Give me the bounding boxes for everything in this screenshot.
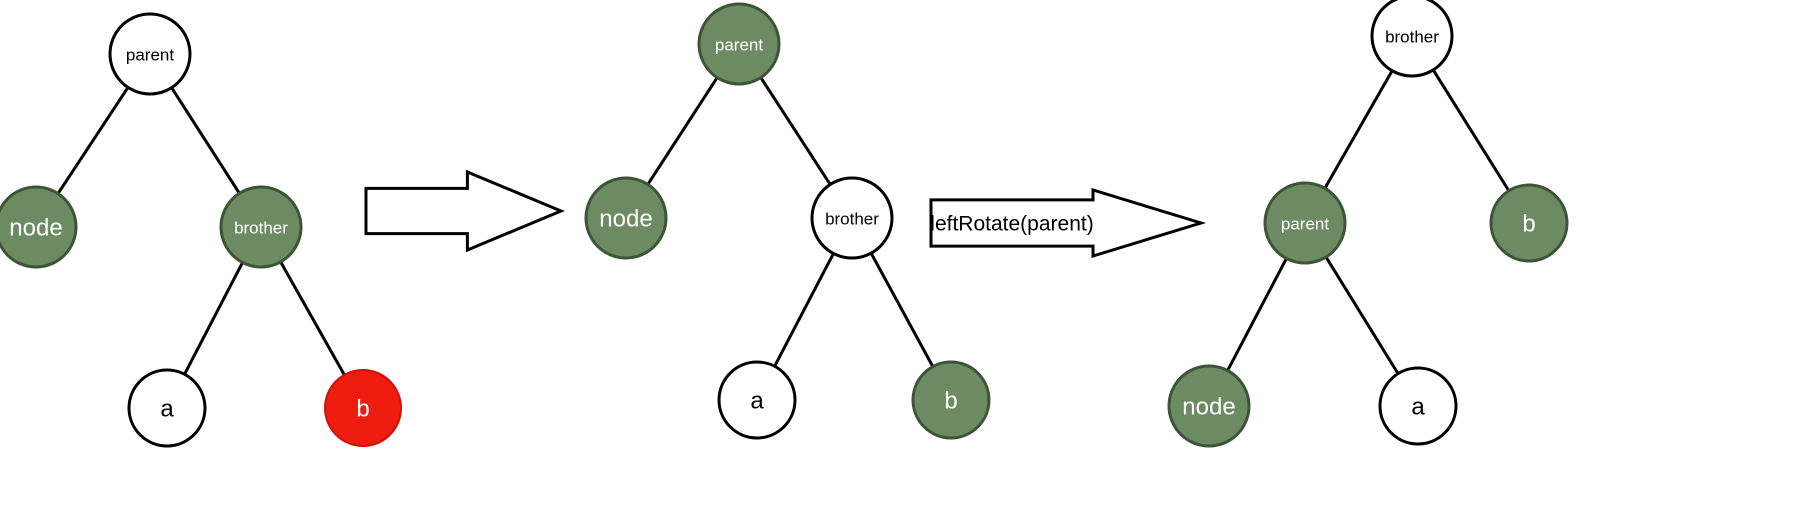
node-label: parent [1281, 215, 1329, 234]
tree-edge [758, 75, 833, 187]
tree-node-brother[interactable]: brother [810, 176, 894, 260]
tree-node-node[interactable]: node [1167, 364, 1251, 448]
diagram-svg: leftRotate(parent) parentnode brothera bpa… [0, 0, 1569, 448]
tree-node-parent[interactable]: parent [1263, 181, 1347, 265]
tree-edge [772, 251, 836, 368]
node-label: a [160, 396, 174, 423]
tree-node-brother[interactable]: brother [1370, 0, 1454, 78]
tree-node-node[interactable]: node [584, 176, 668, 260]
tree-node-a[interactable]: a [1378, 366, 1458, 446]
tree-edge [1225, 256, 1289, 373]
node-label: node [1182, 394, 1235, 421]
transform-arrow [364, 169, 565, 253]
node-label: node [599, 206, 652, 233]
tree-node-b[interactable]: b [324, 369, 402, 447]
tree-node-brother[interactable]: brother [219, 185, 303, 269]
tree-edge [1431, 68, 1511, 193]
node-label: b [944, 388, 957, 415]
transform-arrow: leftRotate(parent) [929, 187, 1207, 259]
tree-node-b[interactable]: b [1489, 183, 1569, 263]
tree-edge [869, 251, 935, 369]
node-label: brother [825, 210, 879, 229]
tree-node-b[interactable]: b [911, 360, 991, 440]
node-label: brother [234, 219, 288, 238]
diagram-canvas: leftRotate(parent) parent node brother a b pa… [0, 0, 1803, 513]
node-label: node [9, 215, 62, 242]
tree-edge [278, 260, 347, 377]
tree-edge [1324, 255, 1400, 376]
node-label: parent [715, 36, 763, 55]
node-label: parent [126, 46, 174, 65]
arrows-layer: leftRotate(parent) [364, 169, 1207, 259]
arrow-label: leftRotate(parent) [930, 213, 1093, 236]
tree-edge [182, 260, 245, 376]
tree-node-parent[interactable]: parent [108, 12, 192, 96]
node-label: brother [1385, 28, 1439, 47]
tree-node-a[interactable]: a [127, 368, 207, 448]
nodes-layer: parent node brother a b parent node brother a b br… [0, 0, 1569, 448]
tree-node-parent[interactable]: parent [697, 2, 781, 86]
tree-edge [56, 85, 130, 196]
tree-node-a[interactable]: a [717, 360, 797, 440]
node-label: b [356, 396, 369, 423]
arrow-shape [364, 169, 565, 253]
tree-edge [1323, 69, 1394, 190]
tree-node-node[interactable]: node [0, 185, 78, 269]
node-label: a [750, 388, 764, 415]
tree-edge [169, 86, 242, 195]
tree-edge [645, 75, 720, 187]
node-label: a [1411, 394, 1425, 421]
node-label: b [1522, 211, 1535, 238]
